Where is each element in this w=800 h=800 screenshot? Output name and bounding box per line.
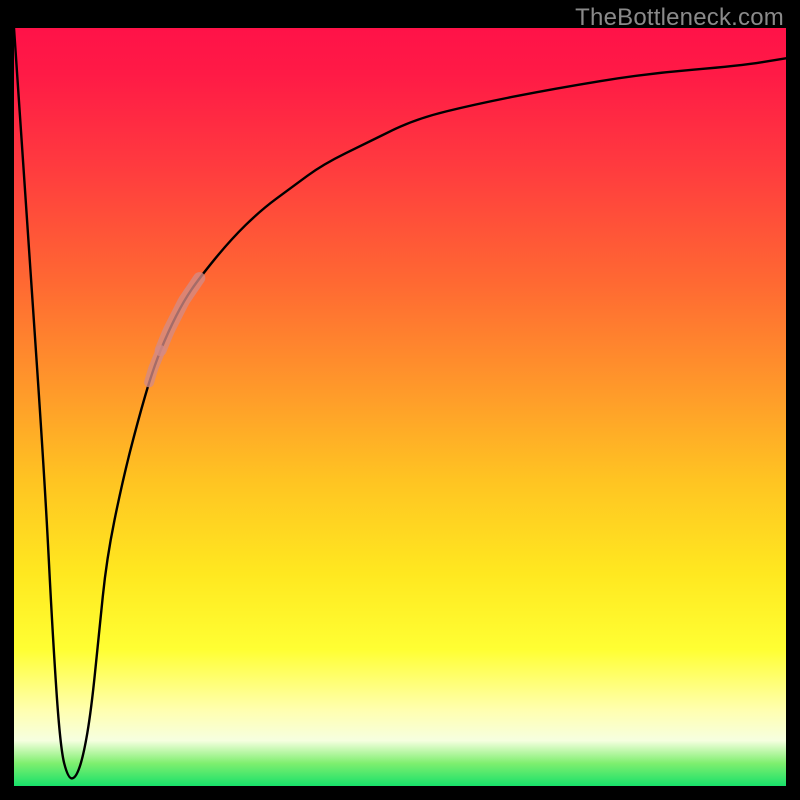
chart-stage: TheBottleneck.com	[0, 0, 800, 800]
plot-frame	[14, 28, 786, 786]
highlight-upper-segment	[161, 278, 200, 350]
attribution-label: TheBottleneck.com	[575, 4, 784, 32]
highlight-lower-dot	[149, 350, 161, 382]
plot-area	[14, 28, 786, 786]
curve-layer	[14, 28, 786, 786]
bottleneck-curve	[14, 28, 786, 778]
